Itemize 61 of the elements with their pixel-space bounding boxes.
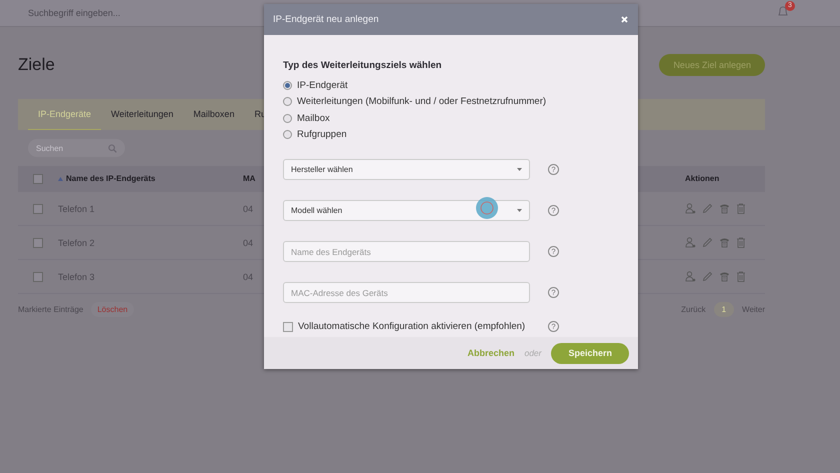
trash-icon[interactable] [736,271,746,282]
column-header: Aktionen [685,174,720,183]
checkbox[interactable] [33,272,43,282]
radio-button[interactable] [283,97,292,106]
or-text: oder [524,348,542,358]
trash-icon[interactable] [736,237,746,248]
input-field[interactable]: MAC-Adresse des Geräts [283,282,530,303]
table-cell: 04 [243,204,254,214]
next-link[interactable]: Weiter [742,305,765,314]
input-field[interactable]: Name des Endgeräts [283,241,530,262]
dropdown-arrow-icon [517,168,522,171]
checkbox-label[interactable]: Vollautomatische Konfiguration aktivieren (empfohlen) [298,321,526,332]
sort-icon[interactable] [58,176,63,180]
section-heading: Typ des Weiterleitungsziels wählen [283,60,443,71]
dropdown-arrow-icon [517,209,522,212]
radio-button[interactable] [283,130,292,140]
radio-button[interactable] [283,114,292,123]
tab[interactable]: Weiterleitungen [101,99,184,130]
radio-label[interactable]: Weiterleitungen (Mobilfunk- und / oder Festnetzrufnummer) [297,96,546,108]
dialog-title: IP-Endgerät neu anlegen [273,14,379,25]
select-field[interactable]: Modell wählen [283,200,530,221]
bell-icon[interactable] [776,4,790,18]
search-icon [108,144,117,152]
marked-entries-label: Markierte Einträge [18,305,84,314]
search-placeholder[interactable]: Suchbegriff eingeben... [28,8,268,18]
table-cell-text: Telefon 2 [58,238,96,248]
table-cell-text: Telefon 1 [58,204,96,214]
checkbox[interactable] [283,322,293,332]
search-field[interactable]: Suchen [28,139,125,157]
click-indicator-icon [476,197,498,219]
phone-icon[interactable] [719,203,730,214]
save-button[interactable]: Speichern [551,342,629,364]
page-number[interactable]: 1 [714,302,734,317]
cancel-link[interactable]: Abbrechen [467,348,514,358]
checkbox[interactable] [33,238,43,248]
column-header: MA [243,174,256,183]
radio-label[interactable]: IP-Endgerät [297,80,348,91]
table-cell-text: Telefon 3 [58,272,96,282]
person-icon[interactable] [685,271,696,282]
phone-icon[interactable] [719,237,730,248]
pencil-icon[interactable] [702,203,713,214]
phone-icon[interactable] [719,271,730,282]
person-icon[interactable] [685,237,696,248]
table-cell: 04 [243,272,254,282]
close-icon[interactable] [621,16,628,23]
pencil-icon[interactable] [702,271,713,282]
person-icon[interactable] [685,203,696,214]
checkbox[interactable] [33,174,43,184]
trash-icon[interactable] [736,203,746,214]
tab[interactable]: Mailboxen [183,99,244,130]
radio-label[interactable]: Mailbox [297,112,330,124]
page-title: Ziele [18,55,55,75]
radio-label[interactable]: Rufgruppen [297,129,347,140]
column-header[interactable]: Name des IP-Endgeräts [66,174,156,183]
table-cell: 04 [243,238,254,248]
tab[interactable]: IP-Endgeräte [28,99,102,130]
pencil-icon[interactable] [702,237,713,248]
select-field[interactable]: Hersteller wählen [283,159,530,180]
previous-link[interactable]: Zurück [681,305,706,314]
radio-button[interactable] [283,80,292,90]
checkbox[interactable] [33,204,43,214]
